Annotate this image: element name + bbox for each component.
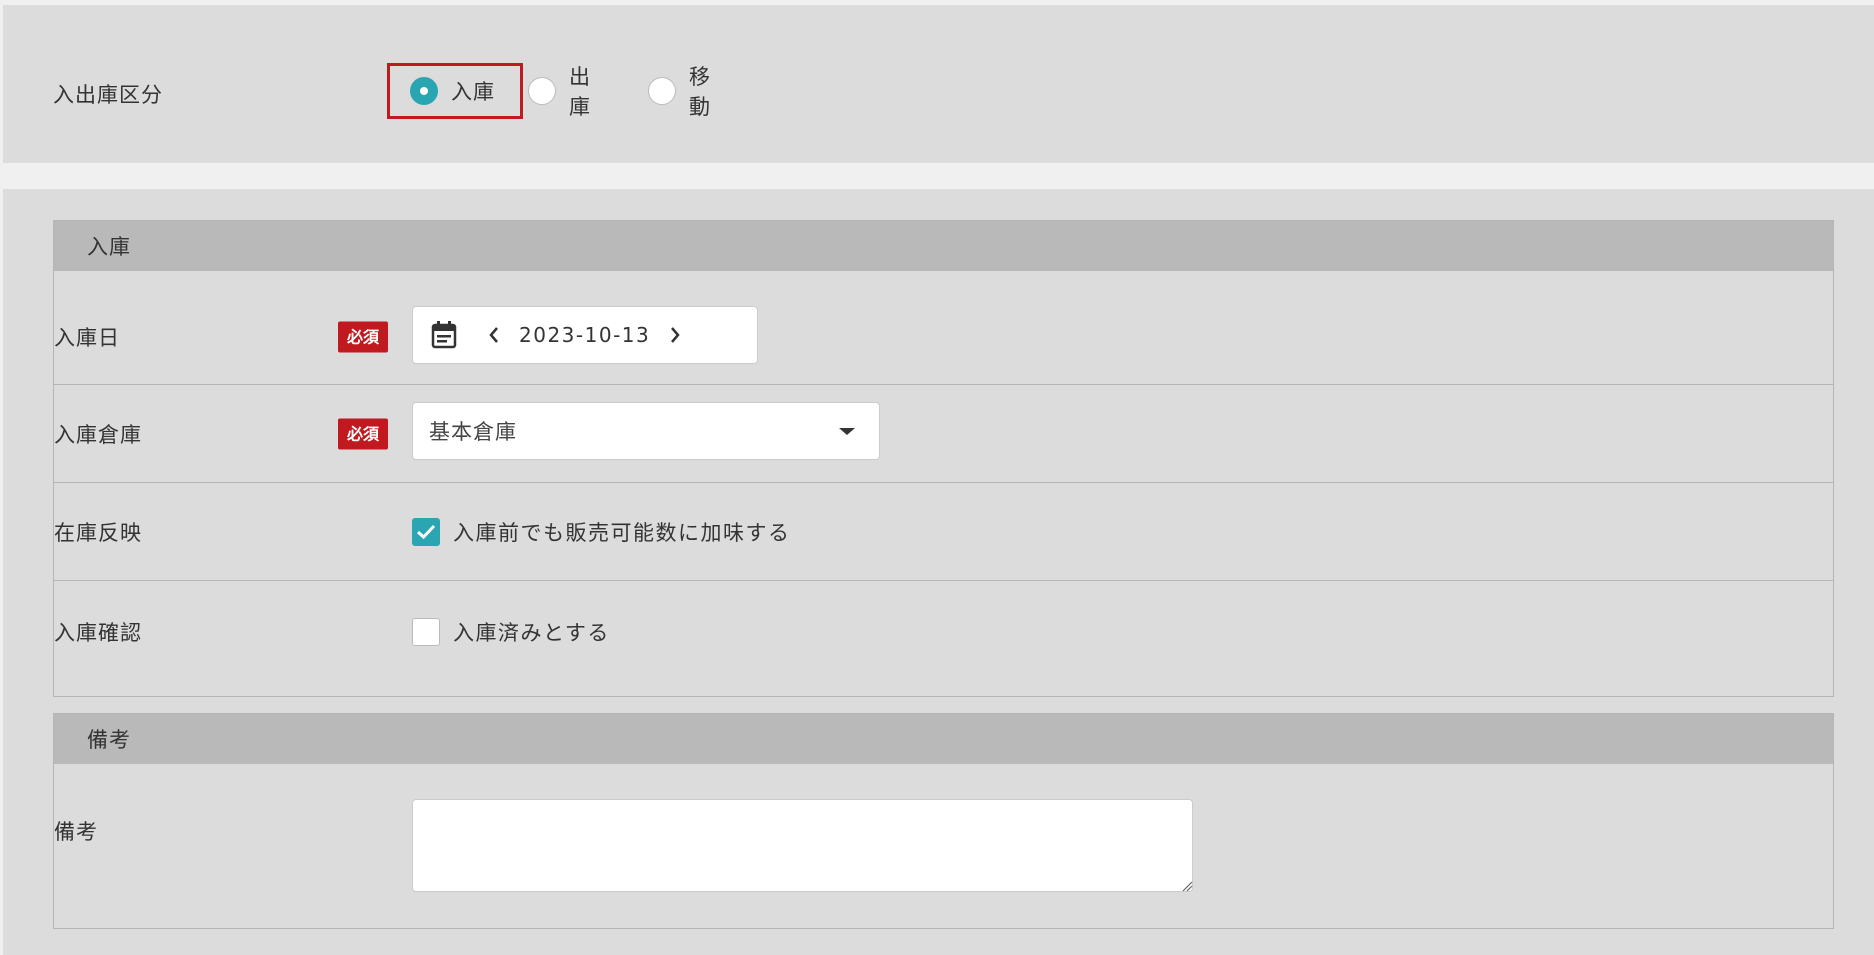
receiving-section: 入庫 入庫日 必須 2023-10-13 入庫倉庫 必須 基本倉庫 在庫反映 入… <box>53 220 1834 697</box>
calendar-icon[interactable] <box>431 321 457 349</box>
radio-button-receiving[interactable] <box>410 77 438 105</box>
stock-reflect-label: 在庫反映 <box>54 520 142 545</box>
stock-type-label: 入出庫区分 <box>53 83 163 107</box>
receiving-confirm-checkbox-label: 入庫済みとする <box>453 621 610 645</box>
stock-reflect-checkbox-label: 入庫前でも販売可能数に加味する <box>453 520 791 545</box>
required-badge: 必須 <box>338 418 388 449</box>
previous-day-chevron-left-icon[interactable] <box>479 320 509 350</box>
receiving-date-row: 入庫日 必須 2023-10-13 <box>54 271 1833 384</box>
stock-reflect-row: 在庫反映 入庫前でも販売可能数に加味する <box>54 482 1833 580</box>
checkmark-icon <box>416 524 436 539</box>
caret-down-icon <box>839 427 855 435</box>
notes-section-header: 備考 <box>54 714 1833 764</box>
radio-option-receiving[interactable]: 入庫 <box>387 63 523 119</box>
notes-textarea[interactable] <box>412 799 1193 892</box>
receiving-warehouse-row: 入庫倉庫 必須 基本倉庫 <box>54 384 1833 482</box>
receiving-confirm-label: 入庫確認 <box>54 621 142 645</box>
stock-type-panel: 入出庫区分 入庫 出庫 移動 <box>3 5 1874 163</box>
stock-reflect-checkbox[interactable] <box>412 517 440 546</box>
next-day-chevron-right-icon[interactable] <box>660 320 690 350</box>
receiving-confirm-row: 入庫確認 入庫済みとする <box>54 580 1833 692</box>
radio-button-transfer[interactable] <box>648 77 676 105</box>
form-panel: 入庫 入庫日 必須 2023-10-13 入庫倉庫 必須 基本倉庫 在庫反映 入… <box>3 189 1874 955</box>
receiving-warehouse-value: 基本倉庫 <box>429 420 517 444</box>
receiving-date-value: 2023-10-13 <box>519 323 651 347</box>
required-badge: 必須 <box>338 321 388 353</box>
radio-label-transfer: 移動 <box>689 65 711 119</box>
radio-button-shipping[interactable] <box>528 77 556 105</box>
radio-option-transfer[interactable]: 移動 <box>648 63 711 119</box>
resize-handle-icon[interactable] <box>1181 880 1193 892</box>
receiving-warehouse-select[interactable]: 基本倉庫 <box>412 402 880 460</box>
notes-row: 備考 <box>54 764 1833 928</box>
receiving-section-header: 入庫 <box>54 221 1833 271</box>
receiving-date-picker[interactable]: 2023-10-13 <box>412 306 758 364</box>
notes-section: 備考 備考 <box>53 713 1834 929</box>
receiving-date-label: 入庫日 <box>54 326 120 350</box>
receiving-warehouse-label: 入庫倉庫 <box>54 422 142 447</box>
receiving-confirm-option[interactable]: 入庫済みとする <box>412 617 610 647</box>
radio-option-shipping[interactable]: 出庫 <box>528 63 591 119</box>
radio-label-receiving: 入庫 <box>451 80 495 104</box>
receiving-confirm-checkbox[interactable] <box>412 618 440 646</box>
stock-reflect-option[interactable]: 入庫前でも販売可能数に加味する <box>412 517 791 547</box>
notes-label: 備考 <box>54 820 98 844</box>
radio-label-shipping: 出庫 <box>569 65 591 119</box>
